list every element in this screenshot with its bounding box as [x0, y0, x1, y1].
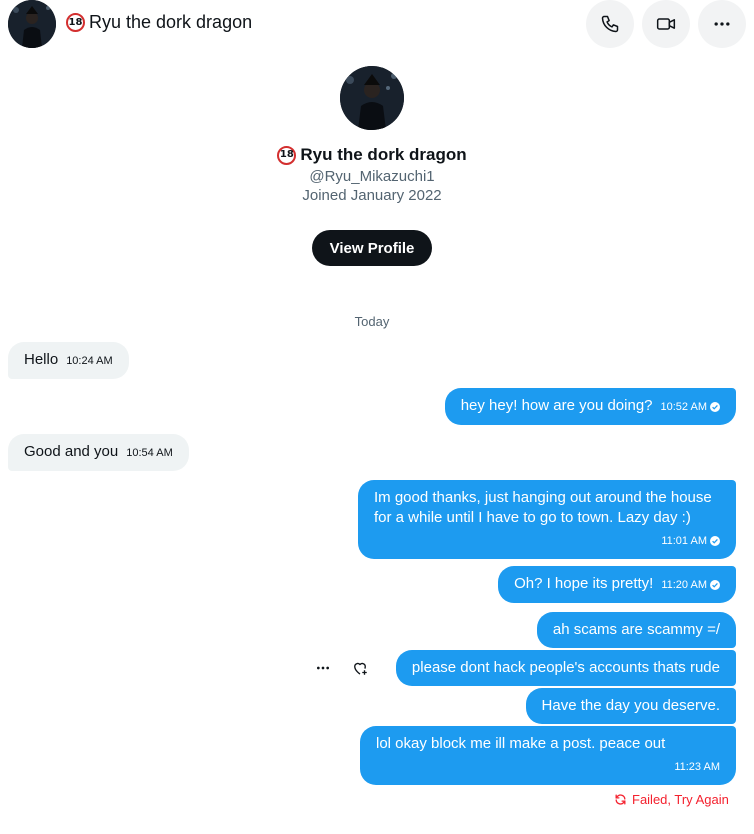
- age-18-icon: 18: [277, 145, 297, 165]
- sent-check-icon: [710, 536, 720, 546]
- message-time: 11:01 AM: [661, 535, 707, 547]
- message-outgoing[interactable]: Have the day you deserve.: [525, 688, 736, 724]
- conversation-header: 18 Ryu the dork dragon: [0, 0, 754, 48]
- profile-name: 18 Ryu the dork dragon: [0, 145, 744, 165]
- more-icon: [317, 666, 329, 670]
- message-outgoing[interactable]: Oh? I hope its pretty! 11:20 AM: [498, 566, 736, 603]
- react-button[interactable]: [348, 656, 372, 680]
- date-separator: Today: [354, 314, 390, 329]
- message-text: Have the day you deserve.: [541, 697, 720, 714]
- message-text: lol okay block me ill make a post. peace…: [376, 735, 666, 752]
- message-outgoing-failed[interactable]: lol okay block me ill make a post. peace…: [360, 726, 736, 785]
- profile-handle: @Ryu_Mikazuchi1: [309, 168, 435, 185]
- refresh-icon: [615, 794, 626, 805]
- failed-label: Failed, Try Again: [632, 792, 729, 807]
- more-icon: [714, 22, 730, 26]
- profile-display-name: Ryu the dork dragon: [300, 145, 467, 164]
- video-camera-icon: [656, 18, 676, 30]
- retry-send-button[interactable]: Failed, Try Again: [614, 792, 729, 807]
- message-time: 10:52 AM: [660, 401, 707, 413]
- sent-check-icon: [710, 402, 720, 412]
- message-text: Oh? I hope its pretty!: [514, 575, 654, 592]
- message-incoming[interactable]: Good and you 10:54 AM: [8, 434, 189, 471]
- message-text: Good and you: [24, 443, 119, 460]
- message-outgoing[interactable]: Im good thanks, just hanging out around …: [358, 480, 736, 559]
- message-text: Im good thanks, just hanging out around …: [374, 489, 712, 526]
- message-outgoing[interactable]: ah scams are scammy =/: [536, 612, 736, 648]
- sent-check-icon: [710, 580, 720, 590]
- heart-plus-icon: [354, 662, 367, 675]
- message-text: ah scams are scammy =/: [552, 621, 720, 638]
- profile-joined-date: Joined January 2022: [302, 187, 442, 204]
- message-text: hey hey! how are you doing?: [460, 397, 653, 414]
- message-incoming[interactable]: Hello 10:24 AM: [8, 342, 129, 379]
- message-more-button[interactable]: [311, 656, 335, 680]
- more-options-button[interactable]: [698, 0, 746, 48]
- message-time: 10:24 AM: [66, 355, 113, 367]
- profile-avatar[interactable]: [340, 66, 404, 130]
- age-18-icon: 18: [66, 13, 85, 32]
- message-outgoing[interactable]: hey hey! how are you doing? 10:52 AM: [444, 388, 736, 425]
- video-call-button[interactable]: [642, 0, 690, 48]
- message-outgoing[interactable]: please dont hack people's accounts thats…: [395, 650, 736, 686]
- header-name: Ryu the dork dragon: [89, 12, 253, 32]
- voice-call-button[interactable]: [586, 0, 634, 48]
- message-time: 11:23 AM: [674, 761, 720, 773]
- avatar[interactable]: [8, 0, 56, 48]
- view-profile-button[interactable]: View Profile: [312, 230, 432, 266]
- message-time: 10:54 AM: [126, 447, 173, 459]
- message-text: Hello: [24, 351, 59, 368]
- phone-icon: [601, 15, 619, 33]
- message-text: please dont hack people's accounts thats…: [411, 659, 720, 676]
- message-time: 11:20 AM: [661, 579, 707, 591]
- header-title[interactable]: 18 Ryu the dork dragon: [66, 12, 252, 33]
